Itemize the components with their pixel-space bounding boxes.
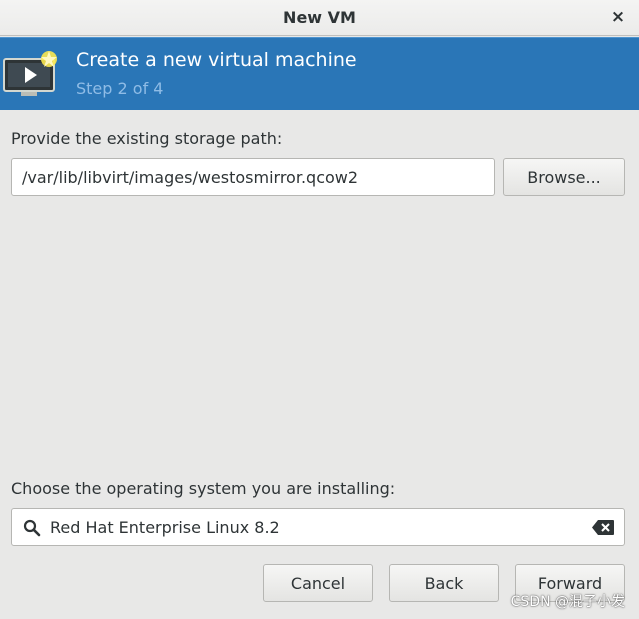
window-title: New VM bbox=[283, 8, 356, 27]
clear-text-icon[interactable] bbox=[592, 520, 614, 535]
title-bar: New VM × bbox=[0, 0, 639, 36]
storage-path-label: Provide the existing storage path: bbox=[11, 129, 283, 148]
wizard-step: Step 2 of 4 bbox=[76, 79, 164, 98]
storage-path-input[interactable] bbox=[11, 158, 495, 196]
vm-monitor-new-icon bbox=[3, 51, 57, 96]
os-label: Choose the operating system you are inst… bbox=[11, 479, 396, 498]
os-search-input[interactable] bbox=[50, 510, 580, 544]
wizard-banner: Create a new virtual machine Step 2 of 4 bbox=[0, 37, 639, 110]
wizard-heading: Create a new virtual machine bbox=[76, 49, 357, 71]
close-button[interactable]: × bbox=[609, 7, 627, 27]
search-icon bbox=[23, 519, 41, 537]
watermark: CSDN @混子小发 bbox=[510, 594, 625, 610]
cancel-button[interactable]: Cancel bbox=[263, 564, 373, 602]
os-search-field[interactable] bbox=[11, 508, 625, 546]
back-button[interactable]: Back bbox=[389, 564, 499, 602]
browse-button[interactable]: Browse... bbox=[503, 158, 625, 196]
